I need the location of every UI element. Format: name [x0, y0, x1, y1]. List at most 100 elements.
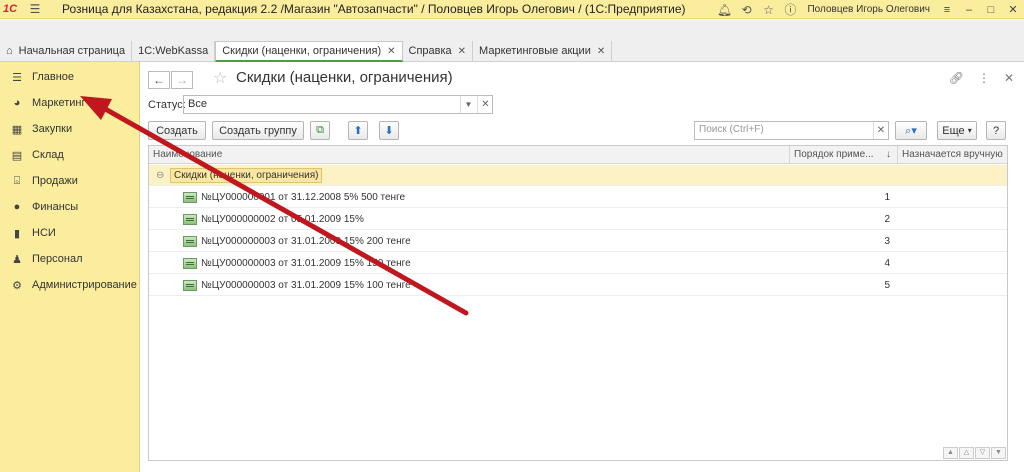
search-input[interactable]: Поиск (Ctrl+F) [694, 121, 889, 140]
copy-button[interactable]: ⧉ [310, 121, 330, 140]
user-name[interactable]: Половцев Игорь Олегович [807, 4, 930, 15]
document-icon [183, 235, 197, 247]
row-name-cell: ⊖ Скидки (наценки, ограничения) [149, 167, 790, 183]
tab-strip: ⌂ Начальная страница 1C:WebKassa Скидки … [0, 41, 613, 62]
column-header-manual[interactable]: Назначается вручную [898, 146, 1007, 164]
move-up-button[interactable]: ⬆ [348, 121, 368, 140]
tab-home[interactable]: ⌂ Начальная страница [0, 41, 133, 61]
person-icon: ♟ [12, 253, 22, 266]
back-button[interactable]: ← [148, 71, 170, 89]
scroll-top-button[interactable]: ▲ [943, 447, 958, 459]
minimize-button[interactable]: – [958, 4, 980, 16]
scroll-down-button[interactable]: ▽ [975, 447, 990, 459]
search-icon: ⌕▾ [905, 124, 917, 137]
table-scroll-controls: ▲ △ ▽ ▼ [943, 447, 1006, 459]
header-tools: 🔗︎ ⋮ ✕ [949, 71, 1014, 85]
main-menu-icon[interactable]: ☰ [25, 1, 45, 17]
history-icon[interactable]: ⟲ [735, 3, 757, 17]
sidebar-item-personnel[interactable]: ♟ Персонал [0, 246, 139, 272]
home-icon: ⌂ [6, 45, 13, 57]
status-label: Статус: [148, 99, 186, 111]
page-title: Скидки (наценки, ограничения) [236, 69, 453, 86]
document-icon [183, 213, 197, 225]
tab-label: Справка [408, 45, 452, 57]
warehouse-icon: ▤ [11, 149, 23, 162]
tab-marketing-actions[interactable]: Маркетинговые акции ✕ [473, 41, 613, 61]
sidebar-item-label: Финансы [32, 201, 79, 213]
pie-chart-icon: ◕ [13, 97, 21, 109]
table-group-row[interactable]: ⊖ Скидки (наценки, ограничения) [149, 165, 1007, 186]
sidebar-item-label: Администрирование [32, 279, 137, 291]
book-icon: ▮ [13, 227, 21, 240]
table-row[interactable]: №ЦУ000000002 от 05.01.2009 15% 2 [149, 209, 1007, 230]
search-button[interactable]: ⌕▾ [895, 121, 927, 140]
truck-icon: ▦ [11, 123, 23, 136]
create-button[interactable]: Создать [148, 121, 206, 140]
group-label: Скидки (наценки, ограничения) [170, 167, 323, 183]
link-icon[interactable]: 🔗︎ [949, 71, 964, 85]
close-button[interactable]: ✕ [1002, 3, 1024, 16]
sidebar-item-label: Закупки [32, 123, 73, 135]
row-name: №ЦУ000000001 от 31.12.2008 5% 500 тенге [201, 191, 406, 203]
more-label: Еще [942, 124, 965, 137]
create-group-button[interactable]: Создать группу [212, 121, 304, 140]
collapse-icon[interactable]: ⊖ [156, 170, 166, 181]
sidebar-item-administration[interactable]: ⚙ Администрирование [0, 272, 139, 298]
favorite-star-icon[interactable]: ☆ [213, 68, 227, 88]
title-bar: 1С ☰ Розница для Казахстана, редакция 2.… [0, 0, 1024, 19]
sidebar-item-marketing[interactable]: ◕ Маркетинг [0, 90, 139, 116]
sidebar-item-label: Склад [32, 149, 64, 161]
column-header-order[interactable]: Порядок приме... ↓ [790, 146, 898, 164]
app-logo: 1С [3, 3, 18, 15]
tab-webkassa[interactable]: 1C:WebKassa [132, 41, 216, 61]
row-name: №ЦУ000000003 от 31.01.2009 15% 150 тенге [201, 257, 411, 269]
close-tab-icon[interactable]: ✕ [597, 46, 605, 57]
sidebar-item-purchases[interactable]: ▦ Закупки [0, 116, 139, 142]
row-name-cell: №ЦУ000000001 от 31.12.2008 5% 500 тенге [149, 191, 790, 203]
sidebar-item-finance[interactable]: ● Финансы [0, 194, 139, 220]
sort-down-icon: ↓ [886, 149, 891, 160]
window-title: Розница для Казахстана, редакция 2.2 /Ма… [62, 2, 686, 16]
close-tab-icon[interactable]: ✕ [458, 46, 466, 57]
dropdown-arrow-icon[interactable]: ▼ [460, 96, 476, 113]
table-row[interactable]: №ЦУ000000003 от 31.01.2009 15% 200 тенге… [149, 231, 1007, 252]
sidebar-item-label: Маркетинг [32, 97, 86, 109]
column-header-name[interactable]: Наименование [149, 146, 790, 164]
close-tab-icon[interactable]: ✕ [387, 46, 395, 57]
sidebar-item-label: Главное [32, 71, 75, 83]
tab-label: Начальная страница [18, 45, 126, 57]
document-icon [183, 191, 197, 203]
row-name: №ЦУ000000002 от 05.01.2009 15% [201, 213, 364, 225]
bell-icon[interactable]: 🔔︎ [713, 3, 735, 17]
scroll-up-button[interactable]: △ [959, 447, 974, 459]
close-icon[interactable]: ✕ [1004, 71, 1014, 85]
clear-search-icon[interactable]: ✕ [873, 122, 888, 139]
tab-help[interactable]: Справка ✕ [402, 41, 474, 61]
star-icon[interactable]: ☆ [757, 3, 779, 17]
titlebar-tools: 🔔︎ ⟲ ☆ ⓘ Половцев Игорь Олегович ≡ – □ ✕ [713, 0, 1024, 19]
status-select[interactable]: Все [183, 95, 493, 114]
sidebar-item-sales[interactable]: ⌺ Продажи [0, 168, 139, 194]
clear-icon[interactable]: ✕ [477, 96, 493, 113]
help-button[interactable]: ? [986, 121, 1006, 140]
move-down-button[interactable]: ⬇ [379, 121, 399, 140]
row-name: №ЦУ000000003 от 31.01.2009 15% 100 тенге [201, 279, 411, 291]
arrow-down-icon: ⬇ [384, 125, 394, 137]
arrow-up-icon: ⬆ [353, 125, 363, 137]
sidebar-item-nsi[interactable]: ▮ НСИ [0, 220, 139, 246]
table-row[interactable]: №ЦУ000000001 от 31.12.2008 5% 500 тенге … [149, 187, 1007, 208]
table-row[interactable]: №ЦУ000000003 от 31.01.2009 15% 100 тенге… [149, 275, 1007, 296]
sidebar-item-warehouse[interactable]: ▤ Склад [0, 142, 139, 168]
sidebar-item-main[interactable]: ☰ Главное [0, 64, 139, 90]
forward-button[interactable]: → [171, 71, 193, 89]
sidebar-item-label: Персонал [32, 253, 83, 265]
info-icon[interactable]: ⓘ [779, 1, 801, 18]
settings-icon[interactable]: ≡ [936, 4, 958, 16]
more-button[interactable]: Еще ▾ [937, 121, 977, 140]
table-row[interactable]: №ЦУ000000003 от 31.01.2009 15% 150 тенге… [149, 253, 1007, 274]
row-order: 1 [884, 191, 890, 203]
tab-discounts[interactable]: Скидки (наценки, ограничения) ✕ [215, 41, 403, 62]
scroll-bottom-button[interactable]: ▼ [991, 447, 1006, 459]
maximize-button[interactable]: □ [980, 4, 1002, 16]
more-vertical-icon[interactable]: ⋮ [978, 71, 990, 85]
